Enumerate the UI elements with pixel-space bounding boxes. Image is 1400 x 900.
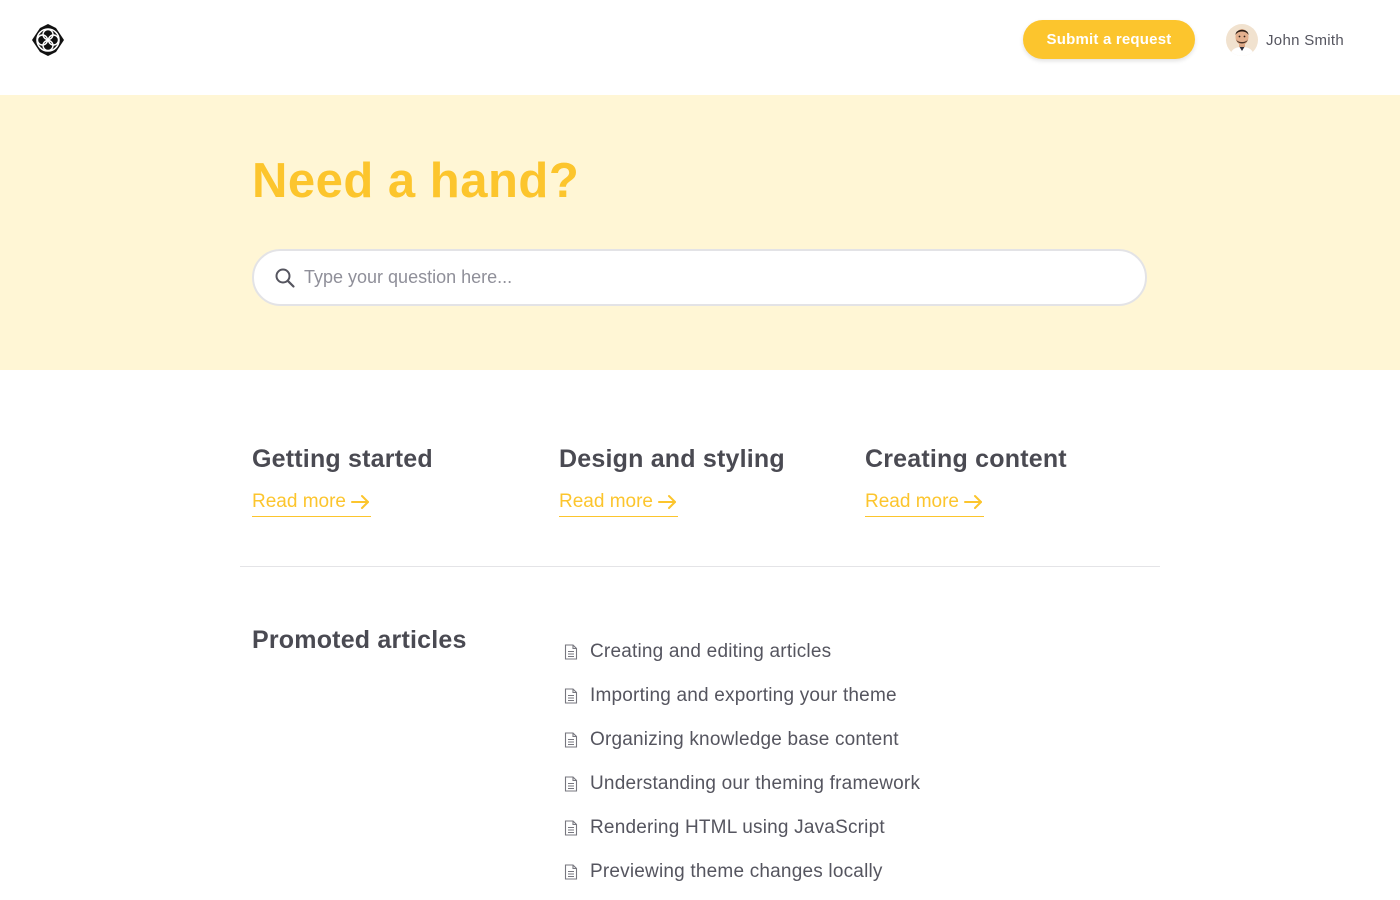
read-more-link[interactable]: Read more xyxy=(559,491,678,517)
document-icon xyxy=(564,688,578,704)
category-title[interactable]: Getting started xyxy=(252,443,542,475)
category-creating-content: Creating content Read more xyxy=(865,443,1155,517)
document-icon xyxy=(564,776,578,792)
submit-request-button[interactable]: Submit a request xyxy=(1023,20,1195,59)
document-icon xyxy=(564,820,578,836)
search-icon xyxy=(275,268,295,288)
category-getting-started: Getting started Read more xyxy=(252,443,542,517)
search-input[interactable] xyxy=(304,259,1124,296)
section-divider xyxy=(240,566,1160,567)
category-title[interactable]: Creating content xyxy=(865,443,1155,475)
category-design-and-styling: Design and styling Read more xyxy=(559,443,849,517)
category-title[interactable]: Design and styling xyxy=(559,443,849,475)
article-link[interactable]: Organizing knowledge base content xyxy=(590,729,899,751)
brand-logo-icon[interactable] xyxy=(31,23,65,57)
top-header: Submit a request John Smith xyxy=(0,0,1400,95)
user-avatar[interactable] xyxy=(1226,24,1258,56)
user-menu[interactable]: John Smith xyxy=(1226,22,1344,58)
read-more-label[interactable]: Read more xyxy=(252,491,346,513)
list-item[interactable]: Organizing knowledge base content xyxy=(564,718,920,762)
article-link[interactable]: Creating and editing articles xyxy=(590,641,831,663)
list-item[interactable]: Importing and exporting your theme xyxy=(564,674,920,718)
article-link[interactable]: Rendering HTML using JavaScript xyxy=(590,817,885,839)
arrow-right-icon xyxy=(658,495,676,509)
read-more-link[interactable]: Read more xyxy=(865,491,984,517)
article-link[interactable]: Understanding our theming framework xyxy=(590,773,920,795)
document-icon xyxy=(564,644,578,660)
search-bar[interactable] xyxy=(252,249,1147,306)
promoted-articles-heading: Promoted articles xyxy=(252,626,467,654)
list-item[interactable]: Previewing theme changes locally xyxy=(564,850,920,894)
list-item[interactable]: Understanding our theming framework xyxy=(564,762,920,806)
list-item[interactable]: Rendering HTML using JavaScript xyxy=(564,806,920,850)
page-title: Need a hand? xyxy=(252,154,580,208)
promoted-articles-list: Creating and editing articles Importing … xyxy=(564,630,920,894)
arrow-right-icon xyxy=(351,495,369,509)
read-more-label[interactable]: Read more xyxy=(865,491,959,513)
document-icon xyxy=(564,732,578,748)
read-more-link[interactable]: Read more xyxy=(252,491,371,517)
arrow-right-icon xyxy=(964,495,982,509)
list-item[interactable]: Creating and editing articles xyxy=(564,630,920,674)
hero-banner: Need a hand? xyxy=(0,95,1400,370)
document-icon xyxy=(564,864,578,880)
article-link[interactable]: Previewing theme changes locally xyxy=(590,861,883,883)
article-link[interactable]: Importing and exporting your theme xyxy=(590,685,897,707)
read-more-label[interactable]: Read more xyxy=(559,491,653,513)
user-name[interactable]: John Smith xyxy=(1266,32,1344,49)
